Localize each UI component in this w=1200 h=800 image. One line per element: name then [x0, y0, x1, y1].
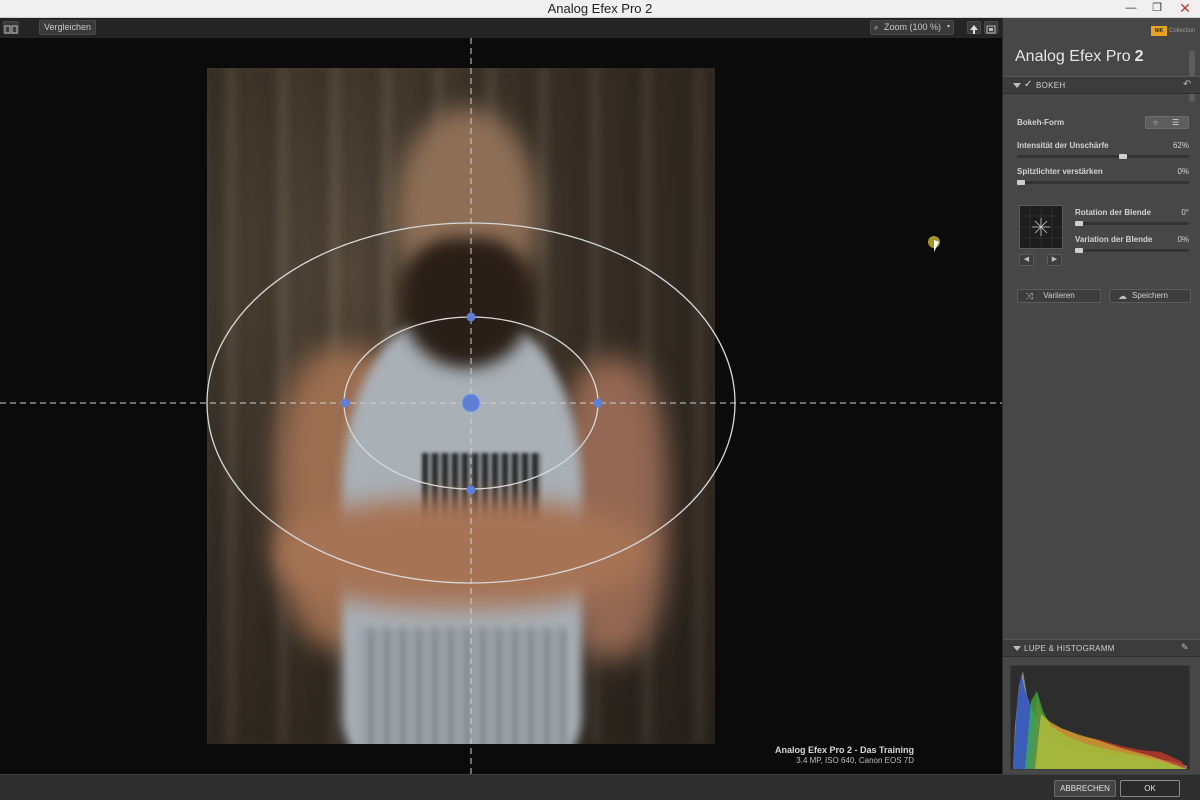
- image-info-title: Analog Efex Pro 2 - Das Training: [774, 745, 914, 755]
- fullscreen-icon[interactable]: [984, 21, 998, 34]
- intensity-value: 62%: [1172, 141, 1189, 150]
- bokeh-shape-selector[interactable]: ○ ☰: [1145, 116, 1189, 129]
- bokeh-section-label: BOKEH: [1036, 81, 1066, 90]
- variation-slider[interactable]: [1075, 248, 1189, 253]
- variation-value: 0%: [1177, 235, 1189, 244]
- histogram-display: [1010, 665, 1190, 770]
- top-handle[interactable]: [466, 312, 476, 322]
- ok-button[interactable]: OK: [1120, 780, 1180, 797]
- rotation-label: Rotation der Blende: [1075, 208, 1152, 217]
- highlights-slider-thumb[interactable]: [1017, 180, 1025, 185]
- product-name: Analog Efex Pro: [1015, 48, 1131, 65]
- product-version: 2: [1134, 48, 1144, 65]
- minimize-button[interactable]: —: [1118, 0, 1144, 17]
- highlights-value: 0%: [1177, 167, 1189, 176]
- center-handle[interactable]: [461, 393, 481, 413]
- vary-button[interactable]: ⤨ Variieren: [1017, 289, 1101, 303]
- save-button[interactable]: ☁ Speichern: [1109, 289, 1191, 303]
- window-titlebar: Analog Efex Pro 2 — ❐ ✕: [0, 0, 1200, 18]
- left-handle[interactable]: [340, 398, 350, 408]
- aperture-preview: [1019, 205, 1063, 249]
- right-handle[interactable]: [593, 398, 603, 408]
- rotation-slider[interactable]: [1075, 221, 1189, 226]
- close-button[interactable]: ✕: [1172, 0, 1198, 17]
- image-info: Analog Efex Pro 2 - Das Training 3.4 MP,…: [775, 745, 914, 765]
- bokeh-enable-checkbox[interactable]: ✓: [1024, 79, 1032, 90]
- pin-icon[interactable]: ✎: [1181, 642, 1189, 653]
- intensity-label: Intensität der Unschärfe: [1017, 141, 1109, 150]
- rotation-value: 0°: [1181, 208, 1189, 217]
- nik-logo-sub: Collection: [1169, 28, 1196, 34]
- mouse-cursor-icon: [934, 240, 939, 252]
- loupe-section-header[interactable]: LUPE & HISTOGRAMM ✎: [1003, 639, 1200, 657]
- zoom-select[interactable]: ⌕ Zoom (100 %) ▾: [870, 20, 954, 35]
- variation-slider-thumb[interactable]: [1075, 248, 1083, 253]
- prev-aperture-button[interactable]: ◀: [1019, 254, 1034, 266]
- circle-shape-icon[interactable]: ○: [1153, 117, 1158, 128]
- intensity-slider-thumb[interactable]: [1119, 154, 1127, 159]
- bottom-handle[interactable]: [466, 485, 476, 495]
- lines-shape-icon[interactable]: ☰: [1172, 117, 1179, 128]
- zoom-icon: ⌕: [874, 23, 879, 32]
- preview-toolbar: Vergleichen ⌕ Zoom (100 %) ▾: [0, 18, 1002, 38]
- product-title: Analog Efex Pro 2: [1015, 48, 1144, 66]
- reset-icon[interactable]: ↶: [1183, 79, 1191, 90]
- bokeh-control-overlay: [0, 38, 1002, 774]
- collapse-icon[interactable]: [1013, 83, 1021, 88]
- upload-icon[interactable]: [967, 21, 981, 34]
- intensity-slider[interactable]: [1017, 154, 1189, 159]
- zoom-label: Zoom (100 %): [884, 22, 942, 32]
- layout-toggle-icon[interactable]: [3, 21, 19, 34]
- restore-button[interactable]: ❐: [1144, 0, 1170, 17]
- cancel-button[interactable]: ABBRECHEN: [1054, 780, 1116, 797]
- highlights-label: Spitzlichter verstärken: [1017, 167, 1103, 176]
- save-button-label: Speichern: [1131, 291, 1169, 300]
- vary-button-label: Variieren: [1043, 291, 1075, 300]
- highlights-slider[interactable]: [1017, 180, 1189, 185]
- bokeh-shape-label: Bokeh-Form: [1017, 118, 1065, 127]
- loupe-section-label: LUPE & HISTOGRAMM: [1024, 644, 1115, 653]
- window-title: Analog Efex Pro 2: [547, 1, 653, 16]
- bokeh-section-header[interactable]: ✓ BOKEH ↶: [1003, 76, 1200, 94]
- nik-logo: NIK: [1151, 26, 1167, 36]
- next-aperture-button[interactable]: ▶: [1047, 254, 1062, 266]
- collapse-icon[interactable]: [1013, 646, 1021, 651]
- dialog-footer: ABBRECHEN OK: [0, 774, 1200, 800]
- chevron-down-icon: ▾: [946, 24, 950, 30]
- compare-button[interactable]: Vergleichen: [39, 20, 97, 35]
- image-info-details: 3.4 MP, ISO 640, Canon EOS 7D: [796, 756, 914, 765]
- control-sidebar: NIK Collection Analog Efex Pro 2 ✓ BOKEH …: [1002, 18, 1200, 774]
- rotation-slider-thumb[interactable]: [1075, 221, 1083, 226]
- variation-label: Variation der Blende: [1075, 235, 1153, 244]
